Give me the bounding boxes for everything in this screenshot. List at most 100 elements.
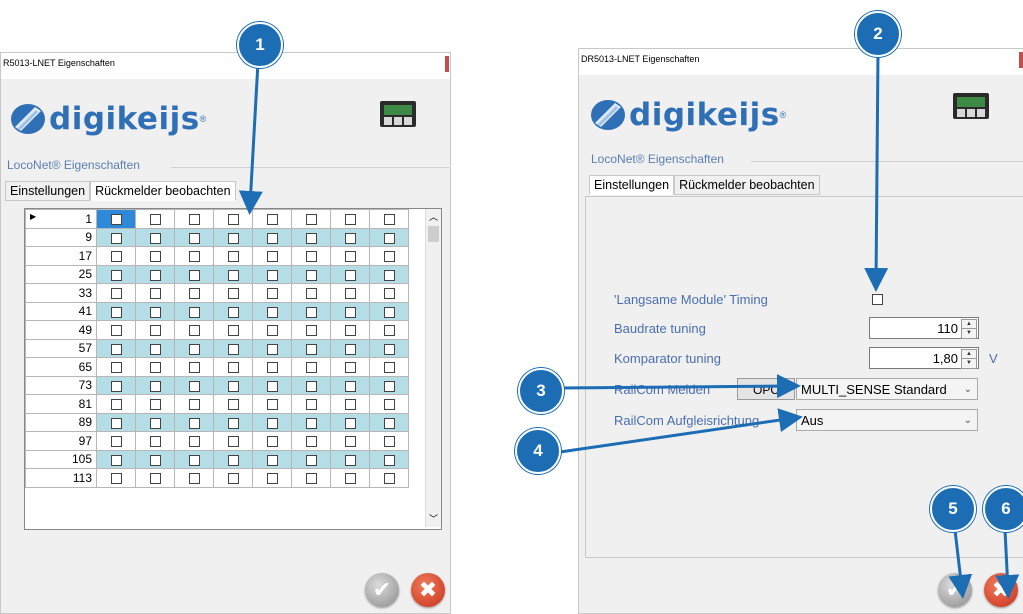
checkbox[interactable]: [383, 399, 395, 411]
checkbox[interactable]: [383, 473, 395, 485]
grid-cell[interactable]: [96, 246, 136, 266]
checkbox[interactable]: [305, 214, 317, 226]
checkbox[interactable]: [149, 380, 161, 392]
grid-cell[interactable]: [174, 301, 214, 321]
grid-cell[interactable]: [369, 246, 409, 266]
grid-cell[interactable]: [369, 375, 409, 395]
grid-cell[interactable]: [135, 468, 175, 488]
checkbox[interactable]: [344, 214, 356, 226]
grid-cell[interactable]: [135, 449, 175, 469]
grid-cell[interactable]: [291, 320, 331, 340]
scroll-down-icon[interactable]: ﹀: [429, 512, 438, 525]
grid-cell[interactable]: [291, 412, 331, 432]
grid-cell[interactable]: [369, 357, 409, 377]
grid-cell[interactable]: [135, 431, 175, 451]
checkbox[interactable]: [110, 343, 122, 355]
checkbox[interactable]: [188, 232, 200, 244]
checkbox[interactable]: [266, 214, 278, 226]
grid-cell[interactable]: [96, 264, 136, 284]
ok-button-left[interactable]: ✔: [365, 573, 399, 607]
grid-scrollbar[interactable]: ︿ ﹀: [425, 209, 441, 527]
grid-cell[interactable]: [252, 301, 292, 321]
grid-cell[interactable]: [96, 283, 136, 303]
grid-cell[interactable]: [135, 283, 175, 303]
checkbox[interactable]: [383, 214, 395, 226]
grid-cell[interactable]: [369, 283, 409, 303]
grid-cell[interactable]: [369, 227, 409, 247]
checkbox[interactable]: [305, 436, 317, 448]
tab-einstellungen[interactable]: Einstellungen: [5, 181, 91, 201]
grid-cell[interactable]: [369, 264, 409, 284]
grid-cell[interactable]: [213, 301, 253, 321]
checkbox[interactable]: [383, 454, 395, 466]
scroll-thumb[interactable]: [428, 226, 439, 242]
checkbox[interactable]: [149, 232, 161, 244]
checkbox[interactable]: [383, 325, 395, 337]
checkbox[interactable]: [344, 343, 356, 355]
checkbox[interactable]: [266, 454, 278, 466]
checkbox[interactable]: [383, 269, 395, 281]
checkbox[interactable]: [110, 380, 122, 392]
checkbox[interactable]: [383, 380, 395, 392]
checkbox[interactable]: [305, 251, 317, 263]
grid-cell[interactable]: [252, 449, 292, 469]
checkbox[interactable]: [266, 251, 278, 263]
checkbox[interactable]: [149, 436, 161, 448]
checkbox[interactable]: [149, 417, 161, 429]
checkbox[interactable]: [149, 473, 161, 485]
grid-cell[interactable]: [96, 431, 136, 451]
grid-cell[interactable]: [369, 301, 409, 321]
grid-cell[interactable]: [174, 264, 214, 284]
checkbox[interactable]: [149, 454, 161, 466]
checkbox[interactable]: [344, 417, 356, 429]
checkbox[interactable]: [383, 343, 395, 355]
grid-cell[interactable]: [213, 412, 253, 432]
checkbox[interactable]: [266, 473, 278, 485]
checkbox[interactable]: [110, 399, 122, 411]
checkbox[interactable]: [227, 380, 239, 392]
grid-cell[interactable]: [213, 449, 253, 469]
checkbox[interactable]: [227, 288, 239, 300]
tab-rueckmelder[interactable]: Rückmelder beobachten: [90, 181, 236, 201]
checkbox[interactable]: [344, 454, 356, 466]
grid-cell[interactable]: [135, 375, 175, 395]
grid-cell[interactable]: [135, 394, 175, 414]
checkbox[interactable]: [344, 306, 356, 318]
grid-cell[interactable]: [174, 449, 214, 469]
checkbox[interactable]: [344, 436, 356, 448]
grid-cell[interactable]: [213, 209, 253, 229]
checkbox[interactable]: [266, 436, 278, 448]
checkbox[interactable]: [344, 288, 356, 300]
grid-cell[interactable]: [174, 394, 214, 414]
checkbox[interactable]: [188, 325, 200, 337]
checkbox[interactable]: [227, 473, 239, 485]
checkbox[interactable]: [266, 380, 278, 392]
checkbox[interactable]: [344, 251, 356, 263]
grid-cell[interactable]: [369, 468, 409, 488]
grid-cell[interactable]: [291, 283, 331, 303]
grid-cell[interactable]: [135, 301, 175, 321]
grid-cell[interactable]: [252, 227, 292, 247]
grid-cell[interactable]: [96, 375, 136, 395]
grid-cell[interactable]: [135, 264, 175, 284]
checkbox[interactable]: [188, 473, 200, 485]
grid-cell[interactable]: [213, 320, 253, 340]
checkbox[interactable]: [149, 343, 161, 355]
grid-cell[interactable]: [252, 246, 292, 266]
checkbox[interactable]: [266, 232, 278, 244]
grid-cell[interactable]: [252, 375, 292, 395]
checkbox[interactable]: [227, 325, 239, 337]
checkbox[interactable]: [227, 269, 239, 281]
grid-cell[interactable]: [135, 246, 175, 266]
checkbox[interactable]: [149, 288, 161, 300]
grid-cell[interactable]: [291, 209, 331, 229]
checkbox[interactable]: [344, 473, 356, 485]
checkbox[interactable]: [305, 473, 317, 485]
cancel-button-right[interactable]: ✖: [984, 573, 1018, 607]
railcom-aufgleis-select[interactable]: Aus ⌄: [796, 409, 978, 431]
checkbox[interactable]: [188, 343, 200, 355]
grid-cell[interactable]: [369, 338, 409, 358]
checkbox[interactable]: [305, 399, 317, 411]
grid-cell[interactable]: [213, 468, 253, 488]
checkbox[interactable]: [188, 399, 200, 411]
